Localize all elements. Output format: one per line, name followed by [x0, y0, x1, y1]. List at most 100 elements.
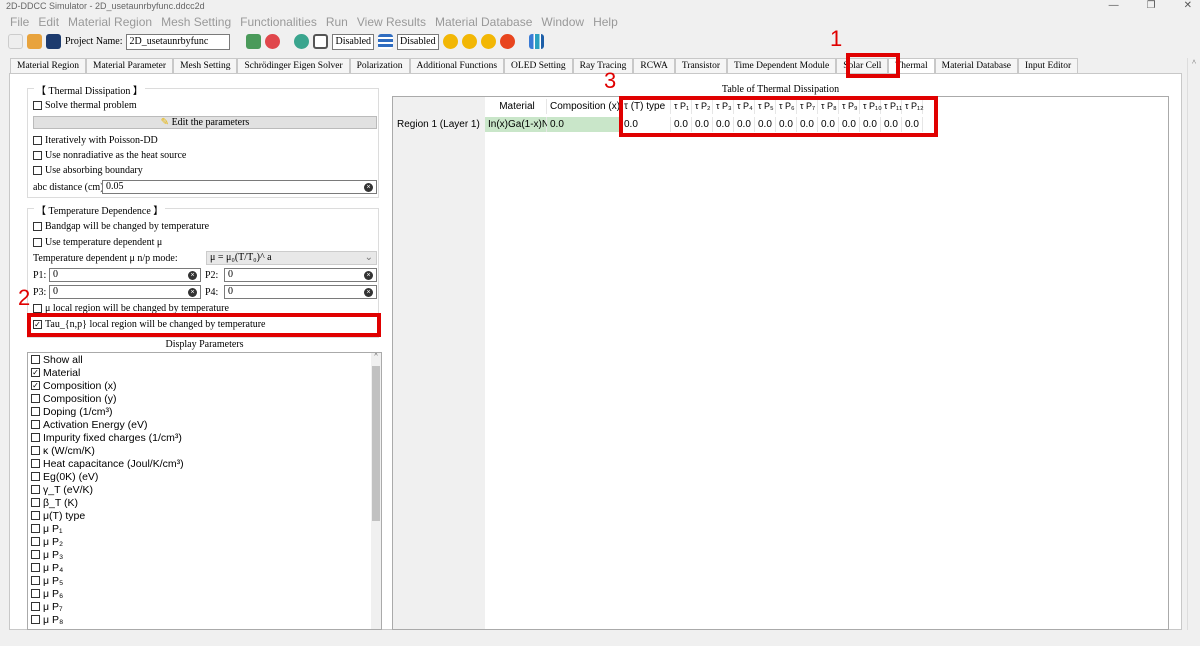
p2-input[interactable]: 0 ×: [224, 268, 377, 282]
run-file-icon[interactable]: [480, 34, 496, 49]
clear-icon[interactable]: ×: [188, 271, 197, 280]
checkbox[interactable]: [31, 615, 40, 624]
refresh-mesh-icon[interactable]: [246, 34, 262, 49]
tab-transistor[interactable]: Transistor: [674, 58, 728, 74]
clear-icon[interactable]: ×: [364, 288, 373, 297]
display-parameter-item[interactable]: μ(T) type: [28, 509, 381, 522]
mode-select[interactable]: μ = μ₀(T/T₀)^ a ⌄: [206, 251, 377, 265]
menu-file[interactable]: File: [10, 15, 29, 29]
display-parameter-item[interactable]: μ P₃: [28, 548, 381, 561]
display-parameter-item[interactable]: ✓ Composition (x): [28, 379, 381, 392]
menu-material-database[interactable]: Material Database: [435, 15, 532, 29]
table-cell[interactable]: In(x)Ga(1-x)N: [485, 117, 549, 132]
display-parameter-item[interactable]: μ P₄: [28, 561, 381, 574]
p1-input[interactable]: 0 ×: [49, 268, 201, 282]
temperature-mu-checkbox[interactable]: Use temperature dependent μ: [33, 237, 162, 248]
checkbox[interactable]: [31, 589, 40, 598]
list-scrollbar[interactable]: ^: [371, 353, 381, 629]
column-header[interactable]: Material: [485, 99, 547, 114]
checkbox[interactable]: [31, 537, 40, 546]
project-name-input[interactable]: 2D_usetaunrbyfunc: [126, 33, 231, 50]
menu-help[interactable]: Help: [593, 15, 618, 29]
checkbox[interactable]: [31, 407, 40, 416]
checkbox[interactable]: [31, 602, 40, 611]
stop-icon[interactable]: [499, 34, 515, 49]
checkbox[interactable]: [31, 459, 40, 468]
run-icon[interactable]: [442, 34, 458, 49]
display-parameter-item[interactable]: β_T (K): [28, 496, 381, 509]
display-parameter-item[interactable]: γ_T (eV/K): [28, 483, 381, 496]
tab-time-dependent-module[interactable]: Time Dependent Module: [727, 58, 837, 74]
display-parameter-item[interactable]: Show all: [28, 353, 381, 366]
display-parameter-item[interactable]: Activation Energy (eV): [28, 418, 381, 431]
clear-icon[interactable]: ×: [364, 183, 373, 192]
p3-input[interactable]: 0 ×: [49, 285, 201, 299]
open-folder-icon[interactable]: [27, 34, 42, 49]
run-all-icon[interactable]: [461, 34, 477, 49]
display-parameter-item[interactable]: Impurity fixed charges (1/cm³): [28, 431, 381, 444]
edit-parameters-button[interactable]: ✎ Edit the parameters: [33, 116, 377, 129]
tab-material-database[interactable]: Material Database: [934, 58, 1019, 74]
tab-schr-dinger-eigen-solver[interactable]: Schrödinger Eigen Solver: [237, 58, 350, 74]
display-parameter-item[interactable]: μ P₇: [28, 600, 381, 613]
checkbox[interactable]: [31, 524, 40, 533]
parallel-icon[interactable]: [313, 34, 329, 49]
tab-additional-functions[interactable]: Additional Functions: [409, 58, 505, 74]
bandgap-checkbox[interactable]: Bandgap will be changed by temperature: [33, 221, 209, 232]
checkbox[interactable]: [31, 563, 40, 572]
scroll-thumb[interactable]: [372, 366, 380, 521]
checkbox[interactable]: [31, 511, 40, 520]
solve-thermal-checkbox[interactable]: Solve thermal problem: [33, 100, 137, 111]
tab-input-editor[interactable]: Input Editor: [1018, 58, 1079, 74]
display-parameter-item[interactable]: μ P₂: [28, 535, 381, 548]
nonradiative-checkbox[interactable]: Use nonradiative as the heat source: [33, 150, 186, 161]
chart-icon[interactable]: [528, 34, 544, 49]
save-icon[interactable]: [46, 34, 61, 49]
display-parameter-item[interactable]: Eg(0K) (eV): [28, 470, 381, 483]
tab-oled-setting[interactable]: OLED Setting: [504, 58, 573, 74]
display-parameter-item[interactable]: μ P₆: [28, 587, 381, 600]
maximize-button[interactable]: ❐: [1147, 0, 1156, 11]
menu-run[interactable]: Run: [326, 15, 348, 29]
display-parameter-item[interactable]: ✓ Material: [28, 366, 381, 379]
display-parameter-item[interactable]: κ (W/cm/K): [28, 444, 381, 457]
tab-material-region[interactable]: Material Region: [10, 58, 86, 74]
menu-window[interactable]: Window: [541, 15, 584, 29]
clear-icon[interactable]: ×: [364, 271, 373, 280]
p4-input[interactable]: 0 ×: [224, 285, 377, 299]
display-parameter-item[interactable]: Heat capacitance (Joul/K/cm³): [28, 457, 381, 470]
disabled-select-1[interactable]: Disabled: [332, 33, 375, 50]
iterative-checkbox[interactable]: Iteratively with Poisson-DD: [33, 135, 158, 146]
tab-rcwa[interactable]: RCWA: [633, 58, 675, 74]
menu-mesh-setting[interactable]: Mesh Setting: [161, 15, 231, 29]
checkbox[interactable]: [31, 394, 40, 403]
checkbox[interactable]: [31, 576, 40, 585]
checkbox[interactable]: [31, 433, 40, 442]
tab-polarization[interactable]: Polarization: [349, 58, 410, 74]
scroll-up-icon[interactable]: ^: [371, 353, 381, 360]
table-cell[interactable]: 0.0: [547, 117, 621, 132]
menu-material-region[interactable]: Material Region: [68, 15, 152, 29]
tab-mesh-setting[interactable]: Mesh Setting: [173, 58, 238, 74]
tab-material-parameter[interactable]: Material Parameter: [86, 58, 174, 74]
absorbing-boundary-checkbox[interactable]: Use absorbing boundary: [33, 165, 143, 176]
checkbox[interactable]: [31, 355, 40, 364]
checkbox[interactable]: ✓: [31, 368, 40, 377]
main-scrollbar[interactable]: ^: [1187, 58, 1200, 630]
display-parameter-item[interactable]: μ P₁: [28, 522, 381, 535]
checkbox[interactable]: [31, 446, 40, 455]
new-file-icon[interactable]: [8, 34, 23, 49]
close-button[interactable]: ✕: [1184, 0, 1192, 11]
scroll-up-icon[interactable]: ^: [1188, 58, 1200, 67]
checkbox[interactable]: [31, 420, 40, 429]
display-parameter-item[interactable]: μ P₈: [28, 613, 381, 626]
column-header[interactable]: Composition (x): [547, 99, 621, 114]
checkbox[interactable]: [31, 550, 40, 559]
menu-edit[interactable]: Edit: [38, 15, 59, 29]
abc-distance-input[interactable]: 0.05 ×: [102, 180, 377, 194]
checkbox[interactable]: [31, 498, 40, 507]
menu-view-results[interactable]: View Results: [357, 15, 426, 29]
checkbox[interactable]: [31, 485, 40, 494]
list-icon[interactable]: [378, 34, 394, 49]
clear-icon[interactable]: ×: [188, 288, 197, 297]
